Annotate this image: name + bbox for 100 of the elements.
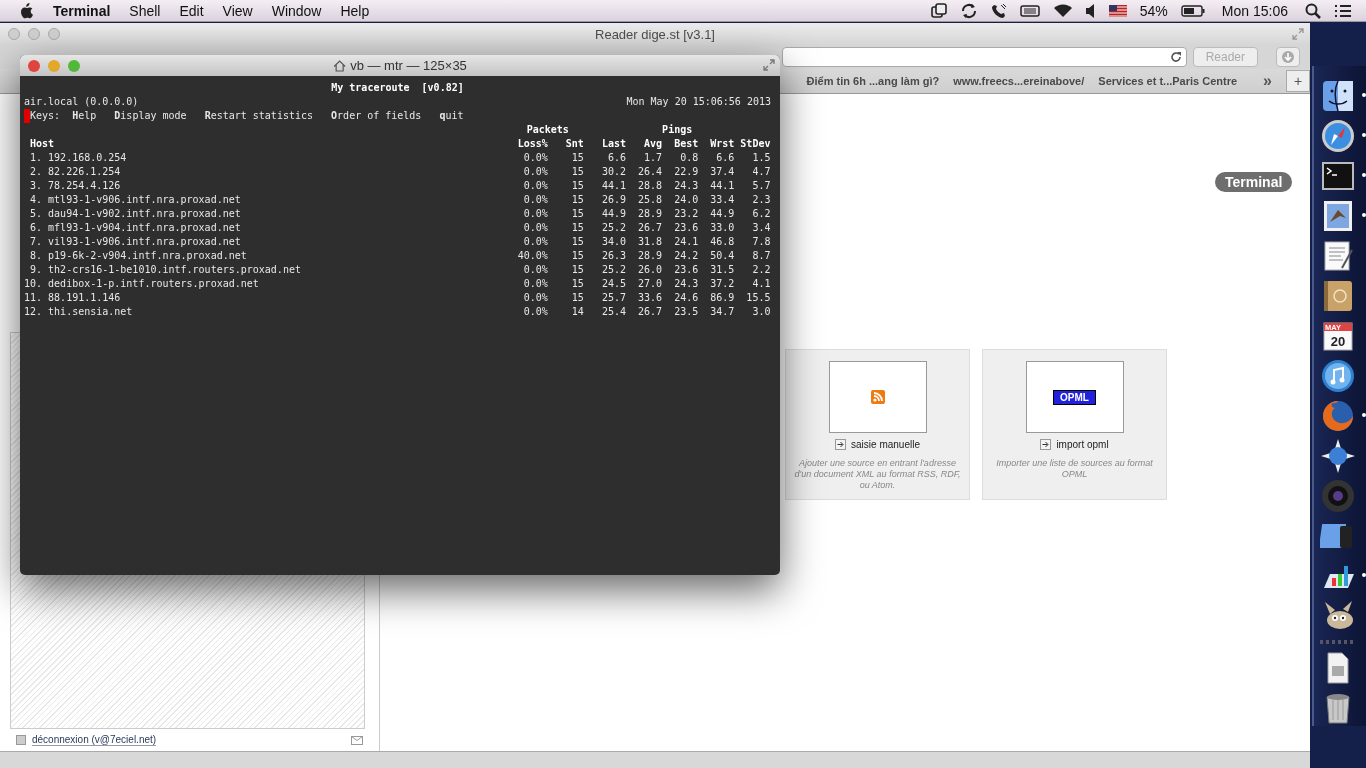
program-heading: My traceroute [v0.82]	[331, 81, 464, 95]
itunes-app-icon[interactable]	[1320, 358, 1356, 394]
table-cell-text: 0.0%	[522, 207, 548, 221]
table-cell-text: 23.5	[673, 305, 699, 319]
host-name: air.local (0.0.0.0)	[24, 95, 139, 109]
source-card[interactable]: OPML import opml Importer une liste de sources au format OPML	[982, 349, 1167, 500]
menu-app-name[interactable]: Terminal	[53, 2, 111, 19]
menu-item[interactable]: Help	[340, 2, 370, 19]
flag-icon[interactable]	[1108, 4, 1127, 17]
table-cell-text: 23.6	[673, 263, 699, 277]
column-header: Loss%	[516, 137, 548, 151]
key-hint: Help	[72, 109, 97, 123]
logout-link[interactable]: déconnexion (v@7eciel.net)	[32, 734, 157, 746]
bookmark-link[interactable]: www.freecs...ereinabove/	[953, 75, 1085, 87]
opml-badge: OPML	[1053, 389, 1096, 405]
table-cell-text: 44.1	[709, 179, 735, 193]
table-cell-text: 33.4	[709, 193, 735, 207]
table-cell-text: 0.0%	[522, 263, 548, 277]
rss-icon	[870, 390, 885, 404]
table-cell-text: 15	[570, 151, 584, 165]
table-cell-text: 9. th2-crs16-1-be1010.intf.routers.proxad.net	[29, 263, 302, 277]
table-cell-text: 24.1	[673, 235, 699, 249]
table-cell-text: 40.0%	[516, 249, 548, 263]
envelope-icon[interactable]	[351, 735, 363, 745]
table-cell-text: 1. 192.168.0.254	[29, 151, 128, 165]
apple-icon[interactable]	[20, 2, 34, 19]
table-cell-text: 0.8	[679, 151, 699, 165]
table-cell-text: 27.0	[637, 277, 663, 291]
table-cell-text: 37.4	[709, 165, 735, 179]
source-label[interactable]: import opml	[1056, 439, 1109, 450]
column-header: Wrst	[709, 137, 735, 151]
table-cell-text: 10. dedibox-1-p.intf.routers.proxad.net	[24, 277, 260, 291]
menu-item[interactable]: View	[222, 2, 253, 19]
fullscreen-icon[interactable]	[763, 59, 775, 71]
table-cell-text: 46.8	[709, 235, 735, 249]
table-cell-text: 2. 82.226.1.254	[29, 165, 122, 179]
source-label[interactable]: saisie manuelle	[851, 439, 920, 450]
table-cell-text: 11. 88.191.1.146	[24, 291, 122, 305]
safari-app-icon[interactable]	[1320, 118, 1356, 154]
table-cell-text: 3.4	[751, 221, 771, 235]
search-icon[interactable]	[1305, 2, 1321, 19]
column-header: Snt	[564, 137, 584, 151]
table-cell-text: 37.2	[709, 277, 735, 291]
table-cell-text: 34.0	[600, 235, 626, 249]
battery-percent[interactable]: 54%	[1139, 2, 1168, 19]
table-cell-text: 31.8	[637, 235, 663, 249]
window-icon[interactable]	[930, 2, 947, 19]
bookmark-link[interactable]: Điểm tin 6h ...ang làm gì?	[806, 75, 940, 87]
menu-item[interactable]: Edit	[179, 2, 204, 19]
column-header: StDev	[739, 137, 771, 151]
list-icon[interactable]	[1334, 3, 1352, 18]
more-bookmarks-button[interactable]: »	[1263, 72, 1272, 90]
table-cell-text: 0.0%	[522, 277, 548, 291]
key-hint: Order of fields	[331, 109, 422, 123]
table-cell-text: 6.2	[751, 207, 771, 221]
menu-item[interactable]: Shell	[129, 2, 161, 19]
menu-item[interactable]: Window	[271, 2, 322, 19]
new-tab-button[interactable]: +	[1286, 70, 1310, 92]
table-cell-text: 24.6	[673, 291, 699, 305]
menu-clock[interactable]: Mon 15:06	[1221, 2, 1288, 19]
table-cell-text: 4. mtl93-1-v906.intf.nra.proxad.net	[29, 193, 242, 207]
dock-separator	[1320, 640, 1356, 644]
address-field[interactable]	[782, 47, 1187, 67]
table-cell-text: 50.4	[709, 249, 735, 263]
table-cell-text: 1.5	[751, 151, 771, 165]
table-cell-text: 34.7	[709, 305, 735, 319]
column-group-header: Packets	[525, 123, 570, 137]
reload-icon[interactable]	[1169, 51, 1182, 63]
firefox-app-icon[interactable]	[1320, 398, 1356, 434]
arrow-icon	[1040, 439, 1052, 450]
table-cell-text: 14	[570, 305, 584, 319]
keyboard-icon[interactable]	[1019, 4, 1040, 17]
sync-icon[interactable]	[959, 2, 978, 19]
text-cursor	[24, 109, 30, 123]
table-cell-text: 15	[570, 207, 584, 221]
table-cell-text: 15	[570, 221, 584, 235]
window-title: Reader dige.st [v3.1]	[595, 26, 715, 42]
table-cell-text: 0.0%	[522, 291, 548, 305]
table-cell-text: 26.4	[637, 165, 663, 179]
table-cell-text: 0.0%	[522, 193, 548, 207]
table-cell-text: 15	[570, 249, 584, 263]
wifi-icon[interactable]	[1052, 3, 1073, 18]
close-button[interactable]	[28, 59, 40, 72]
phone-icon[interactable]	[990, 2, 1007, 19]
table-cell-text: 0.0%	[522, 165, 548, 179]
table-cell-text: 24.0	[673, 193, 699, 207]
home-icon	[333, 59, 347, 72]
table-cell-text: 28.9	[637, 207, 663, 221]
finder-app-icon[interactable]	[1320, 78, 1356, 114]
table-cell-text: 28.8	[637, 179, 663, 193]
bookmark-link[interactable]: Services et t...Paris Centre	[1098, 75, 1238, 87]
table-cell-text: 25.4	[600, 305, 626, 319]
table-cell-text: 8. p19-6k-2-v904.intf.nra.proxad.net	[29, 249, 248, 263]
battery-icon[interactable]	[1180, 4, 1205, 17]
table-cell-text: 44.9	[709, 207, 735, 221]
table-cell-text: 0.0%	[522, 221, 548, 235]
network-app-icon[interactable]	[1320, 438, 1356, 474]
speaker-icon[interactable]	[1085, 3, 1096, 18]
source-card[interactable]: saisie manuelle Ajouter une source en entrant l'adresse d'un document XML au format RSS, RDF, ou Atom.	[785, 349, 970, 500]
table-cell-text: 0.0%	[522, 235, 548, 249]
